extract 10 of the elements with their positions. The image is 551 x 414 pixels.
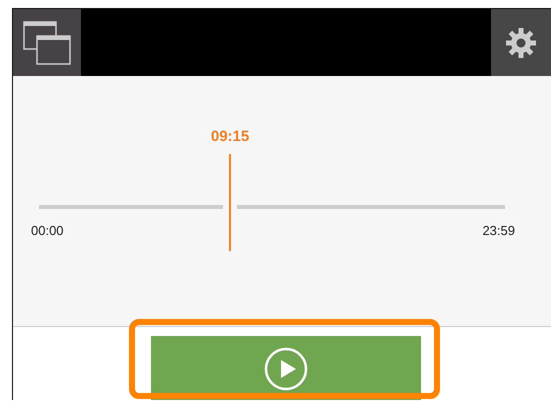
settings-icon xyxy=(505,26,537,58)
current-time: 09:15 xyxy=(210,128,250,145)
settings-button[interactable] xyxy=(491,9,551,76)
start-time: 00:00 xyxy=(31,223,64,238)
windows-icon xyxy=(23,20,71,64)
windows-button[interactable] xyxy=(13,9,81,76)
end-time: 23:59 xyxy=(482,223,515,238)
play-button[interactable] xyxy=(151,336,421,400)
slider-thumb[interactable] xyxy=(229,154,232,251)
play-icon xyxy=(264,346,308,390)
